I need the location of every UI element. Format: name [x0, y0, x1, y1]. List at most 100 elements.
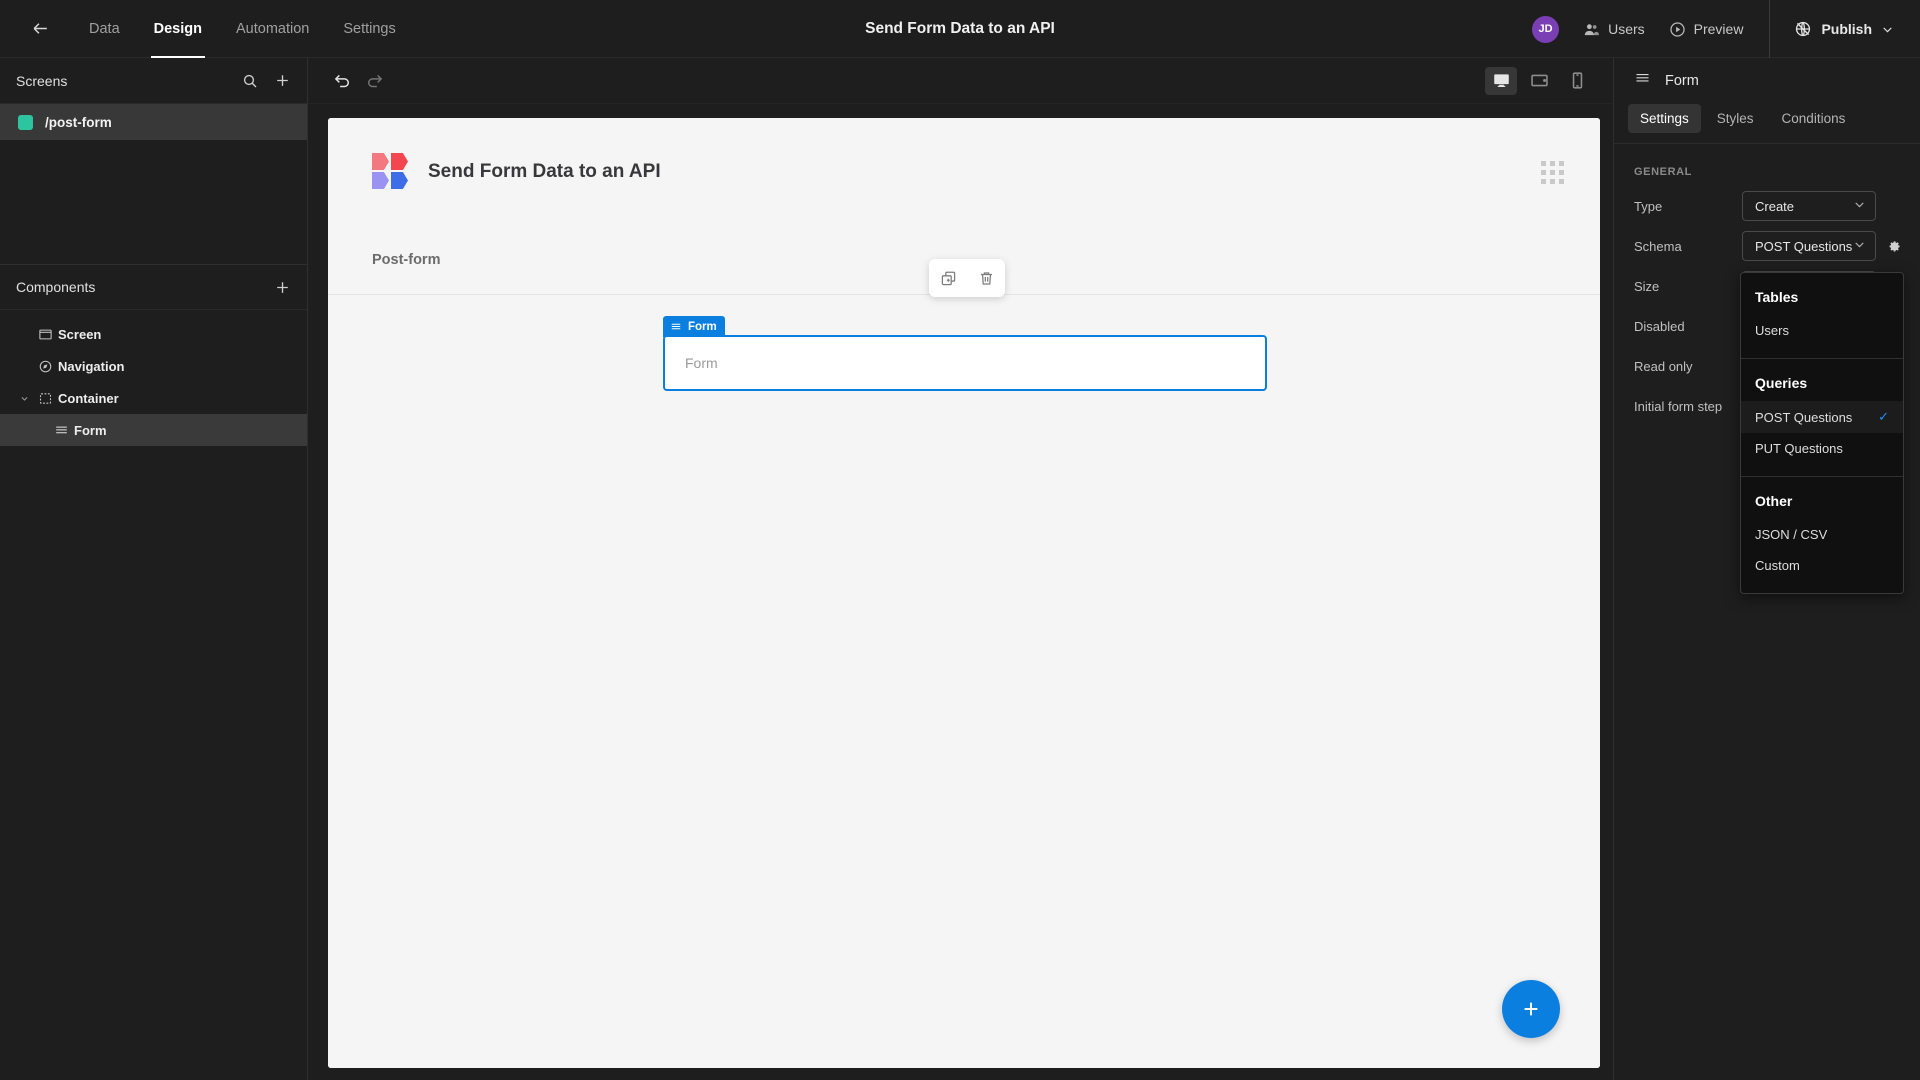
delete-button[interactable]	[978, 270, 995, 287]
chevron-down-icon	[1853, 238, 1866, 254]
field-schema: Schema POST Questions	[1614, 226, 1920, 266]
navigation-icon	[32, 359, 58, 374]
add-component-fab[interactable]	[1502, 980, 1560, 1038]
schema-dropdown-menu: Tables Users Queries POST Questions ✓ PU…	[1740, 272, 1904, 594]
preview-icon	[1669, 21, 1685, 37]
tab-styles[interactable]: Styles	[1705, 104, 1766, 133]
avatar[interactable]: JD	[1532, 15, 1560, 43]
screen-color-swatch	[18, 114, 33, 130]
grid-dots-icon[interactable]	[1541, 160, 1564, 184]
device-desktop-button[interactable]	[1485, 66, 1517, 95]
container-icon	[32, 391, 58, 406]
dropdown-item-label: POST Questions	[1755, 409, 1853, 425]
add-component-button[interactable]	[274, 279, 291, 296]
dropdown-item-post-questions[interactable]: POST Questions ✓	[1741, 401, 1903, 433]
field-label-schema: Schema	[1634, 238, 1682, 254]
dropdown-item-users[interactable]: Users	[1741, 315, 1903, 346]
screens-panel-header: Screens	[0, 58, 307, 104]
right-panel-tabs: Settings Styles Conditions	[1614, 104, 1920, 144]
screen-label: /post-form	[45, 114, 112, 130]
users-button[interactable]: Users	[1583, 21, 1645, 38]
form-component[interactable]: Form Form	[663, 316, 1267, 391]
dropdown-group-tables: Tables Users	[1741, 273, 1903, 359]
device-tablet-button[interactable]	[1523, 67, 1555, 95]
undo-button[interactable]	[326, 65, 358, 97]
field-label-initial-form-step: Initial form step	[1634, 398, 1723, 414]
schema-select[interactable]: POST Questions	[1742, 231, 1876, 261]
dropdown-group-heading: Queries	[1755, 375, 1808, 391]
component-item-navigation[interactable]: Navigation	[0, 350, 307, 382]
component-item-screen[interactable]: Screen	[0, 318, 307, 350]
add-screen-button[interactable]	[274, 72, 291, 89]
component-item-form[interactable]: Form	[0, 414, 307, 446]
page-header: Send Form Data to an API	[328, 118, 1600, 226]
undo-icon	[334, 74, 349, 88]
dropdown-item-custom[interactable]: Custom	[1741, 550, 1903, 581]
nav-tab-settings[interactable]: Settings	[326, 0, 412, 58]
dropdown-item-json-csv[interactable]: JSON / CSV	[1741, 519, 1903, 550]
app-logo-icon	[372, 153, 410, 191]
screens-list: /post-form	[0, 104, 307, 264]
components-panel-header: Components	[0, 264, 307, 310]
tab-conditions[interactable]: Conditions	[1770, 104, 1858, 133]
component-tag-text: Form	[688, 320, 717, 333]
plus-icon	[277, 75, 288, 86]
form-icon	[671, 323, 681, 329]
redo-icon	[367, 74, 382, 88]
publish-button[interactable]: Publish	[1770, 20, 1920, 38]
component-label: Navigation	[58, 358, 125, 374]
dropdown-group-heading: Tables	[1755, 289, 1799, 305]
back-button[interactable]	[18, 7, 62, 51]
tablet-icon	[1530, 74, 1548, 87]
chevron-down-icon	[1883, 26, 1892, 33]
form-icon	[48, 423, 74, 438]
redo-button[interactable]	[358, 65, 390, 97]
component-tag-label: Form	[663, 316, 725, 337]
preview-label: Preview	[1693, 21, 1744, 37]
nav-tab-design[interactable]: Design	[137, 0, 219, 58]
schema-settings-button[interactable]	[1876, 238, 1902, 255]
canvas-toolbar	[308, 58, 1613, 104]
chevron-down-icon	[1853, 198, 1866, 214]
plus-icon	[277, 281, 288, 293]
schema-select-value: POST Questions	[1755, 238, 1853, 254]
screens-title: Screens	[16, 72, 68, 89]
dropdown-item-label: PUT Questions	[1755, 441, 1843, 456]
field-type: Type Create	[1614, 186, 1920, 226]
chevron-down-icon[interactable]	[16, 394, 32, 403]
dropdown-item-put-questions[interactable]: PUT Questions	[1741, 433, 1903, 464]
main-nav: Data Design Automation Settings	[72, 0, 413, 58]
dropdown-item-label: Users	[1755, 323, 1789, 338]
check-icon: ✓	[1878, 409, 1889, 424]
component-item-container[interactable]: Container	[0, 382, 307, 414]
type-select-value: Create	[1755, 198, 1795, 214]
component-label: Form	[74, 422, 107, 438]
canvas-area: Send Form Data to an API Post-form Form …	[308, 58, 1613, 1080]
component-float-toolbar	[929, 259, 1005, 297]
users-label: Users	[1608, 21, 1645, 37]
duplicate-button[interactable]	[940, 270, 957, 287]
tab-settings[interactable]: Settings	[1628, 104, 1701, 133]
type-select[interactable]: Create	[1742, 191, 1876, 221]
device-mobile-button[interactable]	[1561, 67, 1593, 95]
preview-button[interactable]: Preview	[1669, 21, 1744, 38]
right-panel-title: Form	[1665, 73, 1699, 89]
delete-icon	[980, 271, 992, 285]
component-label: Container	[58, 390, 119, 406]
sidebar-item-post-form[interactable]: /post-form	[0, 104, 307, 140]
field-label-size: Size	[1634, 278, 1660, 294]
publish-label: Publish	[1821, 21, 1872, 37]
nav-tab-automation[interactable]: Automation	[219, 0, 326, 58]
screens-search-button[interactable]	[242, 73, 258, 89]
top-bar-actions: JD Users Preview Publish	[1532, 0, 1920, 58]
plus-icon	[1524, 1002, 1538, 1016]
device-toggle-group	[1485, 66, 1593, 95]
mobile-icon	[1572, 72, 1582, 89]
component-label: Screen	[58, 326, 102, 342]
form-placeholder-text: Form	[685, 355, 718, 371]
search-icon	[243, 74, 257, 87]
nav-tab-data[interactable]: Data	[72, 0, 137, 58]
publish-globe-icon	[1796, 21, 1811, 37]
dropdown-group-queries: Queries POST Questions ✓ PUT Questions	[1741, 359, 1903, 477]
right-panel-header: Form	[1614, 58, 1920, 104]
